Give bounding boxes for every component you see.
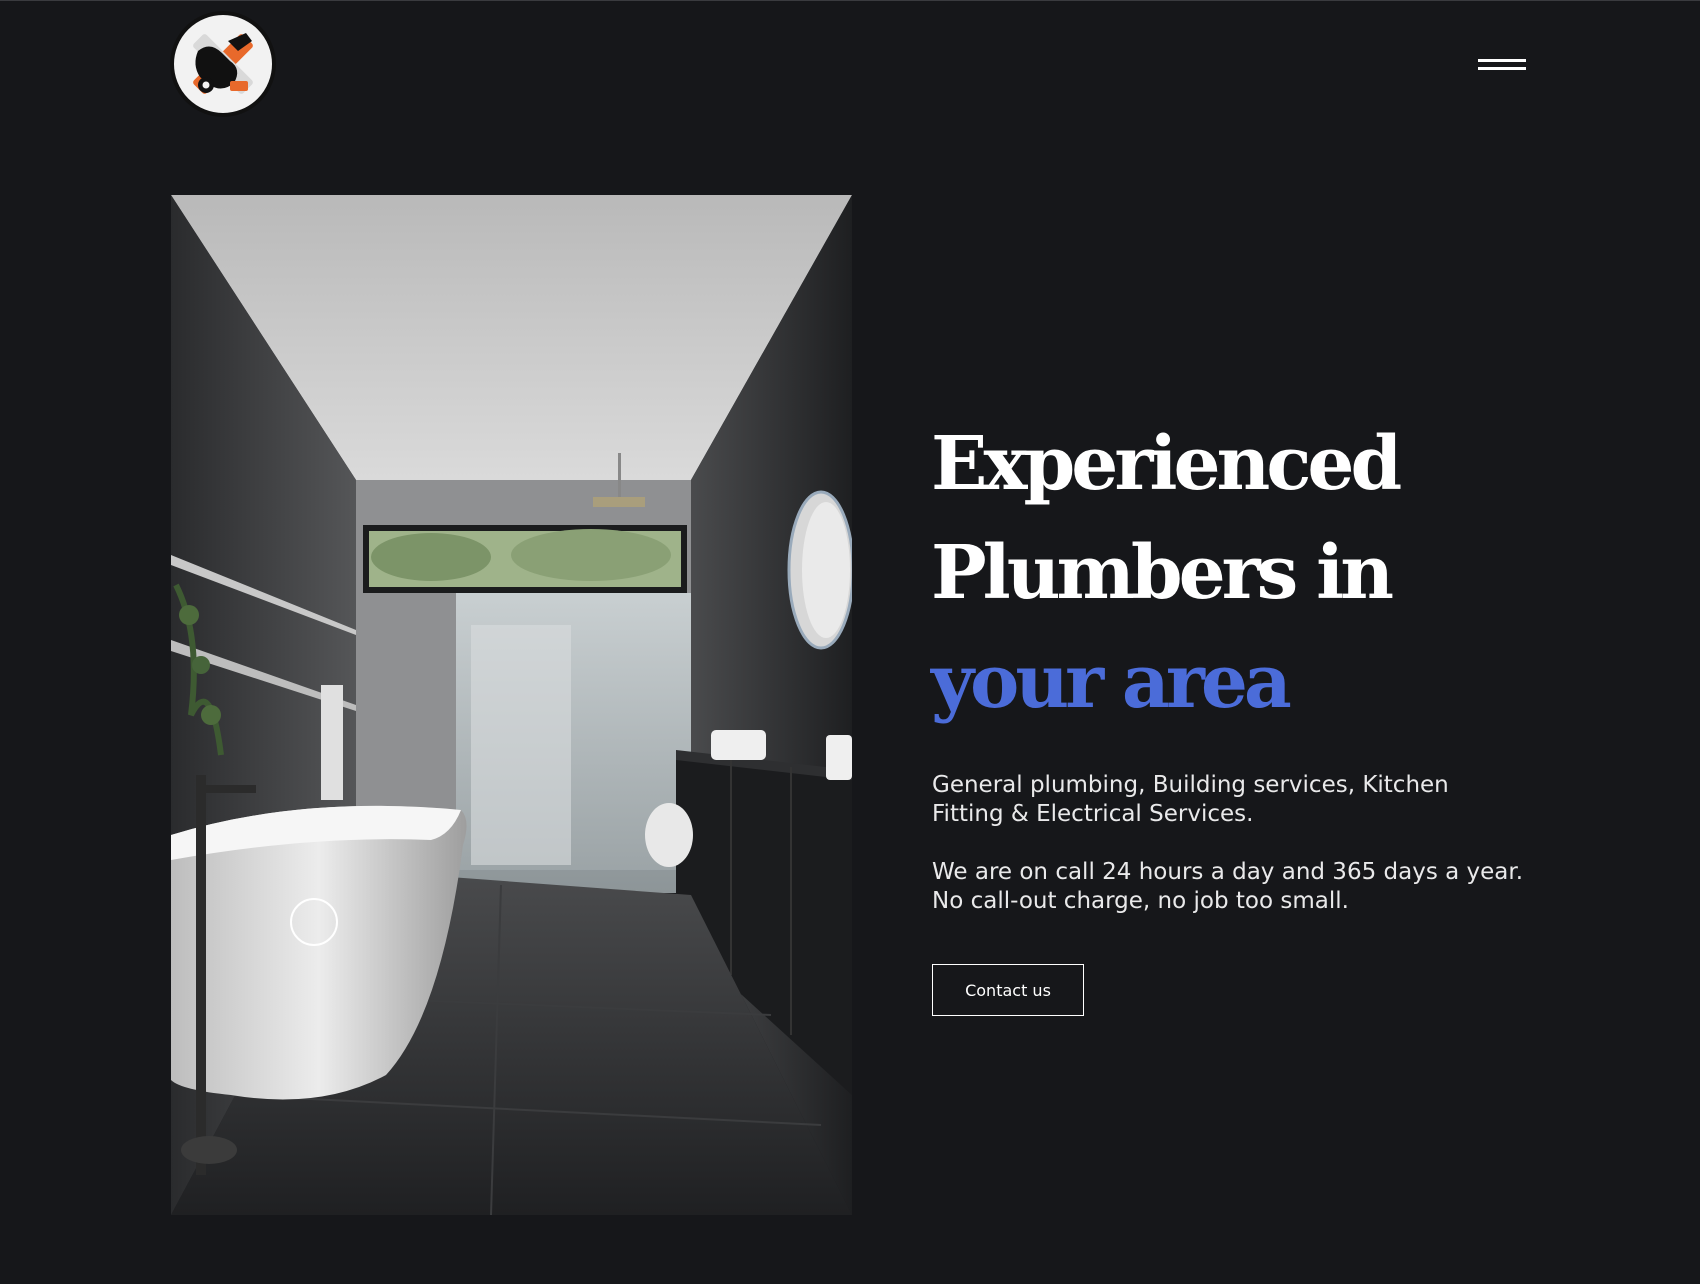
contact-us-button[interactable]: Contact us xyxy=(932,964,1084,1016)
headline-line-1: Experienced xyxy=(931,421,1402,507)
hero-bathroom-image xyxy=(171,195,852,1215)
wrench-pipe-logo-icon xyxy=(170,11,276,117)
hamburger-menu-icon-bar xyxy=(1478,67,1526,70)
services-description-line-2: Fitting & Electrical Services. xyxy=(932,801,1254,827)
top-border xyxy=(0,0,1700,1)
availability-description-line-1: We are on call 24 hours a day and 365 da… xyxy=(932,859,1524,885)
hamburger-menu-button[interactable] xyxy=(1472,52,1528,76)
services-description: General plumbing, Building services, Kit… xyxy=(932,771,1572,829)
availability-description-line-2: No call-out charge, no job too small. xyxy=(932,888,1349,914)
headline-line-3-accent: your area xyxy=(931,639,1292,725)
site-logo[interactable] xyxy=(170,11,276,117)
headline-line-2: Plumbers in xyxy=(931,530,1394,616)
availability-description: We are on call 24 hours a day and 365 da… xyxy=(932,858,1572,916)
hamburger-menu-icon xyxy=(1478,59,1526,62)
services-description-line-1: General plumbing, Building services, Kit… xyxy=(932,772,1449,798)
hero-headline: Experienced Plumbers in your area xyxy=(931,410,1571,737)
